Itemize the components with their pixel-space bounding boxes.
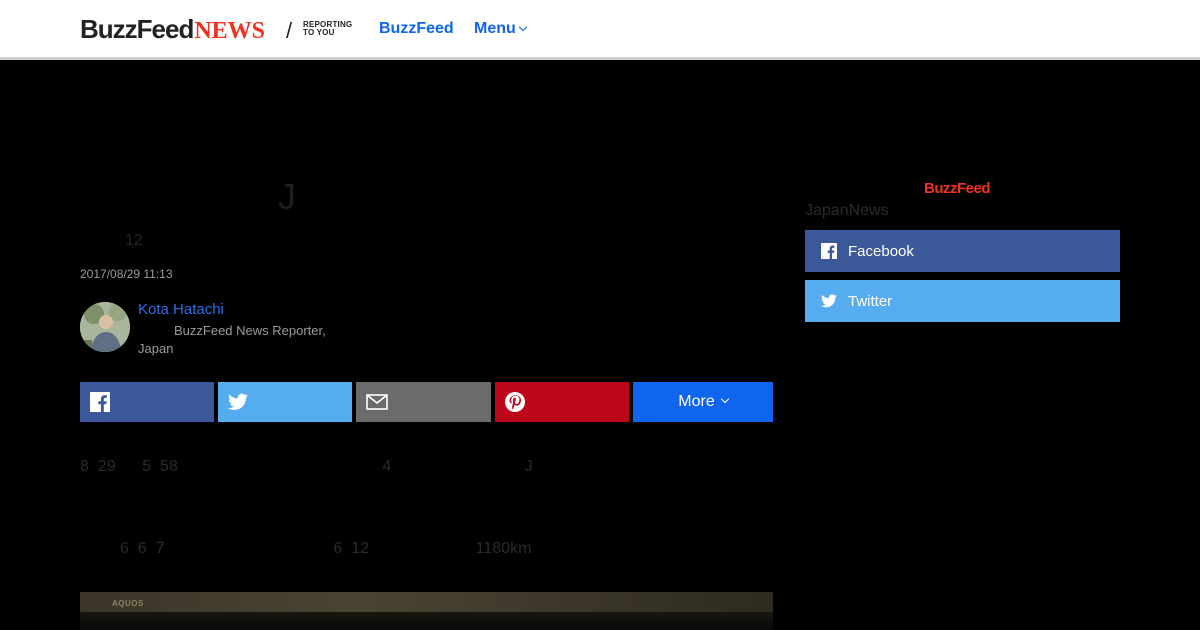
facebook-icon bbox=[90, 392, 110, 412]
share-email-button[interactable] bbox=[356, 382, 491, 422]
article-paragraph-2: 6 6 7 6 12 1180km bbox=[80, 540, 532, 557]
logo-tagline: REPORTING TO YOU bbox=[303, 21, 352, 37]
facebook-icon bbox=[820, 242, 838, 260]
tagline-line2: TO YOU bbox=[303, 28, 335, 37]
pinterest-icon bbox=[505, 392, 525, 412]
author-avatar[interactable] bbox=[80, 302, 130, 352]
tv-brand-label: AQUOS bbox=[112, 599, 144, 608]
author-name-link[interactable]: Kota Hatachi bbox=[138, 301, 224, 318]
share-twitter-button[interactable] bbox=[218, 382, 352, 422]
sidebar-buzzfeed-logo: BuzzFeed bbox=[924, 180, 991, 197]
author-photo bbox=[80, 302, 130, 352]
share-pinterest-button[interactable] bbox=[495, 382, 629, 422]
tv-frame bbox=[80, 592, 773, 612]
logo-buzzfeed-text: BuzzFeed bbox=[80, 14, 194, 44]
sidebar-subtitle: JapanNews bbox=[805, 202, 889, 219]
site-header: BuzzFeed NEWS / REPORTING TO YOU BuzzFee… bbox=[0, 0, 1200, 60]
email-icon bbox=[366, 394, 388, 410]
sidebar-facebook-button[interactable]: Facebook bbox=[805, 230, 1120, 272]
chevron-down-icon bbox=[518, 22, 528, 32]
nav-buzzfeed-link[interactable]: BuzzFeed bbox=[379, 20, 454, 38]
share-more-button[interactable]: More bbox=[633, 382, 773, 422]
buzzfeed-news-logo[interactable]: BuzzFeed NEWS / REPORTING TO YOU bbox=[80, 14, 352, 45]
chevron-down-icon bbox=[720, 394, 729, 404]
article-headline: J bbox=[278, 176, 296, 217]
article-image: AQUOS bbox=[80, 592, 773, 630]
nav-menu-button[interactable]: Menu bbox=[474, 20, 528, 38]
logo-news-text: NEWS bbox=[194, 18, 266, 44]
author-region: Japan bbox=[138, 341, 174, 356]
share-more-label: More bbox=[678, 393, 715, 410]
article-subtitle: 12 bbox=[125, 232, 143, 249]
sidebar-twitter-button[interactable]: Twitter bbox=[805, 280, 1120, 322]
logo-slash: / bbox=[286, 18, 293, 43]
nav-menu-label: Menu bbox=[474, 20, 516, 37]
article-paragraph-1: 8 29 5 58 4 J bbox=[80, 458, 533, 475]
author-role: BuzzFeed News Reporter, bbox=[174, 323, 326, 338]
article-timestamp: 2017/08/29 11:13 bbox=[80, 267, 173, 281]
sidebar-twitter-label: Twitter bbox=[848, 292, 893, 310]
sidebar-facebook-label: Facebook bbox=[848, 242, 914, 260]
twitter-icon bbox=[820, 292, 838, 310]
share-facebook-button[interactable] bbox=[80, 382, 214, 422]
twitter-icon bbox=[228, 393, 248, 410]
